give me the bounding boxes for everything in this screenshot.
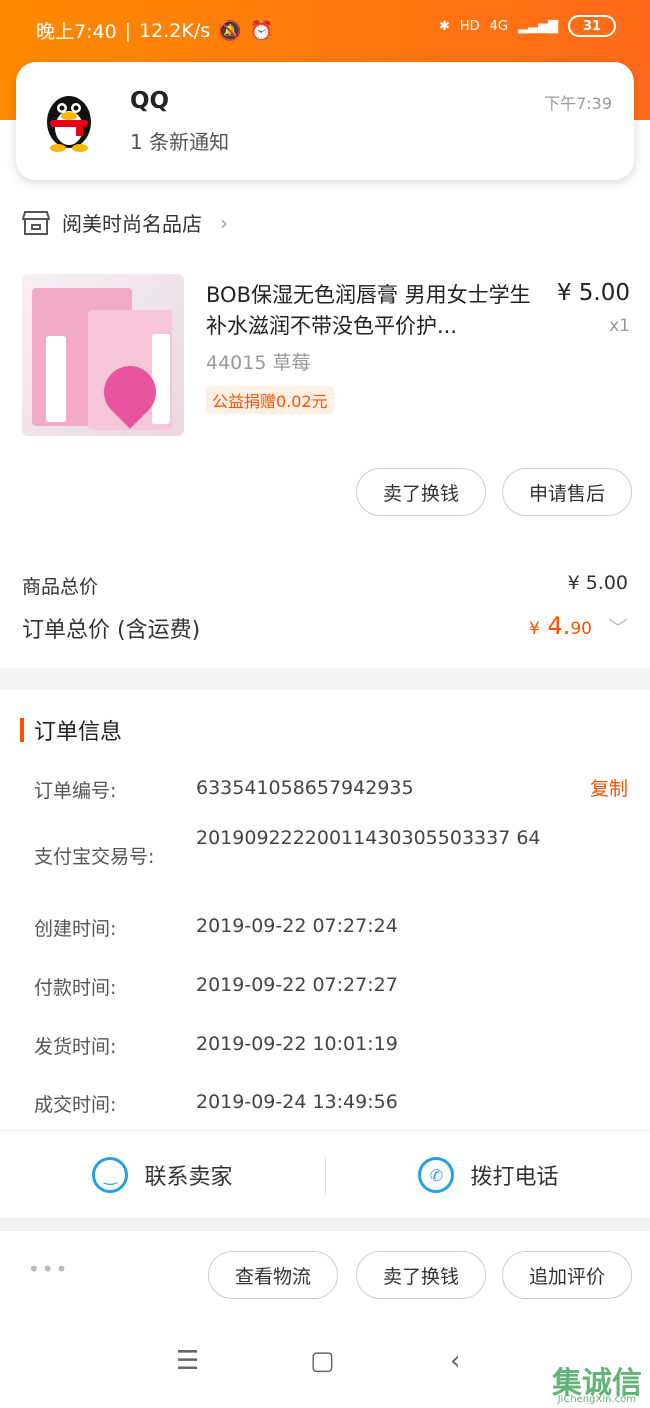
notification-banner[interactable]: QQ 1 条新通知 下午7:39 xyxy=(16,62,634,180)
copy-button[interactable]: 复制 xyxy=(590,774,628,801)
phone-icon: ✆ xyxy=(418,1157,455,1193)
notification-app: QQ xyxy=(130,88,170,114)
status-left: 晚上7:40 | 12.2K/s 🔕 ⏰ xyxy=(36,17,274,44)
alipay-trade-value: 20190922220011430305503337 64 xyxy=(196,827,541,849)
created-time-value: 2019-09-22 07:27:24 xyxy=(196,915,398,937)
chat-smile-icon: ‿ xyxy=(92,1157,129,1193)
goods-total-value: ¥ 5.00 xyxy=(567,572,628,594)
bluetooth-icon: ✱ xyxy=(438,18,450,34)
completed-time-label: 成交时间: xyxy=(34,1094,117,1116)
sell-again-button[interactable]: 卖了换钱 xyxy=(356,1251,486,1299)
shop-name: 阅美时尚名品店 xyxy=(62,212,202,236)
menu-icon[interactable]: ☰ xyxy=(176,1346,199,1376)
order-total-int: 4. xyxy=(547,612,571,640)
network-type: 4G xyxy=(489,18,508,34)
chevron-down-icon[interactable]: ﹀ xyxy=(608,612,628,641)
bottom-action-bar: ••• 查看物流 卖了换钱 追加评价 xyxy=(0,1230,650,1322)
order-info-title: 订单信息 xyxy=(34,720,123,745)
alipay-trade-label: 支付宝交易号: xyxy=(34,846,155,868)
section-accent-bar xyxy=(20,718,24,742)
call-button[interactable]: ✆ 拨打电话 xyxy=(326,1131,650,1219)
order-number-value: 633541058657942935 xyxy=(196,777,414,799)
sell-button[interactable]: 卖了换钱 xyxy=(356,468,486,516)
paid-time-value: 2019-09-22 07:27:27 xyxy=(196,974,398,996)
order-total-dec: 90 xyxy=(570,619,592,639)
contact-seller-label: 联系卖家 xyxy=(144,1165,233,1190)
order-info-card: 订单信息 复制 订单编号: 633541058657942935 支付宝交易号:… xyxy=(0,690,650,1130)
notification-message: 1 条新通知 xyxy=(130,130,230,154)
status-time: 晚上7:40 xyxy=(36,21,117,43)
mute-icon: 🔕 xyxy=(218,20,242,42)
order-number-label: 订单编号: xyxy=(34,780,117,802)
view-logistics-button[interactable]: 查看物流 xyxy=(208,1251,338,1299)
contact-bar: ‿ 联系卖家 ✆ 拨打电话 xyxy=(0,1130,650,1218)
alarm-icon: ⏰ xyxy=(249,20,274,42)
battery-icon: 31 xyxy=(568,15,616,37)
store-icon xyxy=(22,210,50,235)
paid-time-label: 付款时间: xyxy=(34,977,117,999)
call-label: 拨打电话 xyxy=(470,1165,559,1190)
order-total-value: ¥ 4.90 xyxy=(529,612,592,640)
battery-level: 31 xyxy=(582,18,602,34)
status-divider: | xyxy=(124,19,132,42)
product-card: 阅美时尚名品店 › BOB保湿无色润唇膏 男用女士学生补水滋润不带没色平价护..… xyxy=(0,120,650,668)
shop-link[interactable]: 阅美时尚名品店 › xyxy=(22,208,228,237)
order-total-currency: ¥ xyxy=(528,619,540,639)
signal-icon: ▂▃▅▇ xyxy=(518,18,558,34)
lip-balm-stick xyxy=(46,336,66,422)
product-variant: 44015 草莓 xyxy=(206,352,311,374)
charity-badge: 公益捐赠0.02元 xyxy=(206,386,334,414)
lip-balm-stick xyxy=(152,334,170,424)
shipped-time-value: 2019-09-22 10:01:19 xyxy=(196,1033,398,1055)
status-bar: 晚上7:40 | 12.2K/s 🔕 ⏰ ✱ HD 4G ▂▃▅▇ 31 xyxy=(0,0,650,60)
shipped-time-label: 发货时间: xyxy=(34,1036,117,1058)
status-right: ✱ HD 4G ▂▃▅▇ 31 xyxy=(439,15,616,37)
order-total-label: 订单总价 (含运费) xyxy=(22,618,201,643)
completed-time-value: 2019-09-24 13:49:56 xyxy=(196,1091,398,1113)
status-speed: 12.2K/s xyxy=(139,19,211,42)
goods-total-label: 商品总价 xyxy=(22,576,99,598)
qq-penguin-icon xyxy=(47,96,91,152)
product-quantity: x1 xyxy=(609,316,630,336)
product-price: ¥ 5.00 xyxy=(556,280,630,306)
contact-seller-button[interactable]: ‿ 联系卖家 xyxy=(0,1131,325,1219)
home-icon[interactable]: ▢ xyxy=(310,1346,335,1376)
more-icon[interactable]: ••• xyxy=(28,1257,69,1281)
created-time-label: 创建时间: xyxy=(34,918,117,940)
back-icon[interactable]: ‹ xyxy=(450,1346,460,1376)
notification-time: 下午7:39 xyxy=(544,94,612,113)
chevron-right-icon: › xyxy=(220,210,228,235)
watermark-url: JiChengXin.com xyxy=(557,1394,636,1405)
product-image[interactable] xyxy=(22,274,184,436)
product-title[interactable]: BOB保湿无色润唇膏 男用女士学生补水滋润不带没色平价护... xyxy=(206,280,542,342)
after-sale-button[interactable]: 申请售后 xyxy=(502,468,632,516)
add-review-button[interactable]: 追加评价 xyxy=(502,1251,632,1299)
hd-icon: HD xyxy=(459,18,480,34)
